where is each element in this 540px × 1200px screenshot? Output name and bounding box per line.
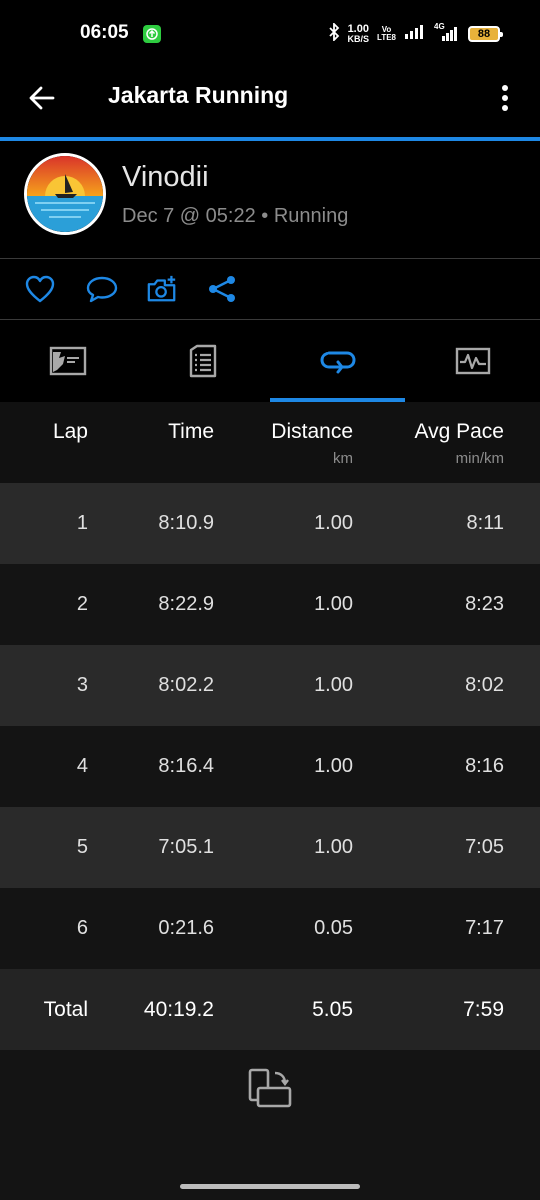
header-distance: Distance km bbox=[220, 420, 353, 467]
net-speed: 1.00 KB/S bbox=[348, 24, 370, 44]
more-options-button[interactable] bbox=[490, 78, 520, 118]
lap-distance: 1.00 bbox=[314, 593, 353, 615]
total-pace: 7:59 bbox=[463, 997, 504, 1021]
net-speed-unit: KB/S bbox=[347, 34, 370, 44]
lap-time: 8:22.9 bbox=[158, 593, 214, 615]
activity-meta: Dec 7 @ 05:22 • Running bbox=[122, 205, 349, 227]
header-time: Time bbox=[100, 420, 214, 444]
table-row[interactable]: 5 7:05.1 1.00 7:05 bbox=[0, 807, 540, 888]
lap-number: 6 bbox=[76, 917, 88, 939]
action-row bbox=[0, 259, 540, 320]
signal-4g-icon: 4G bbox=[434, 22, 460, 42]
table-row[interactable]: 2 8:22.9 1.00 8:23 bbox=[0, 564, 540, 645]
app-bar: Jakarta Running bbox=[0, 68, 540, 138]
total-distance: 5.05 bbox=[312, 997, 353, 1021]
bottom-area bbox=[0, 1050, 540, 1200]
header-lap-label: Lap bbox=[52, 420, 88, 443]
lap-number: 3 bbox=[76, 674, 88, 696]
lap-pace: 8:23 bbox=[465, 593, 504, 615]
lap-number: 1 bbox=[76, 512, 88, 534]
header-lap: Lap bbox=[0, 420, 88, 444]
volte-bottom: LTE8 bbox=[377, 33, 396, 42]
table-header: Lap Time Distance km Avg Pace min/km bbox=[0, 402, 540, 483]
status-bar: 06:05 1.00 KB/S Vo LTE8 4G 88 bbox=[0, 0, 540, 68]
lap-pace: 8:02 bbox=[465, 674, 504, 696]
lap-number: 4 bbox=[76, 755, 88, 777]
map-icon bbox=[49, 346, 86, 376]
lap-number: 5 bbox=[76, 836, 88, 858]
back-button[interactable] bbox=[22, 78, 62, 118]
lap-distance: 1.00 bbox=[314, 674, 353, 696]
lap-time: 7:05.1 bbox=[158, 836, 214, 858]
table-row[interactable]: 4 8:16.4 1.00 8:16 bbox=[0, 726, 540, 807]
page-title: Jakarta Running bbox=[108, 82, 289, 108]
home-indicator[interactable] bbox=[180, 1184, 360, 1189]
status-icons: 1.00 KB/S Vo LTE8 4G 88 bbox=[328, 21, 503, 46]
header-distance-unit: km bbox=[333, 450, 353, 467]
arrow-left-icon bbox=[29, 86, 55, 110]
lap-time: 8:10.9 bbox=[158, 512, 214, 534]
table-row[interactable]: 6 0:21.6 0.05 7:17 bbox=[0, 888, 540, 969]
lap-pace: 8:11 bbox=[466, 512, 504, 534]
total-time: 40:19.2 bbox=[143, 997, 214, 1021]
total-label: Total bbox=[43, 997, 88, 1021]
lap-time: 8:02.2 bbox=[158, 674, 214, 696]
lap-pace: 8:16 bbox=[465, 755, 504, 777]
laps-table: Lap Time Distance km Avg Pace min/km 1 8… bbox=[0, 402, 540, 1050]
avatar[interactable] bbox=[24, 153, 106, 235]
activity-header: Vinodii Dec 7 @ 05:22 • Running bbox=[0, 141, 540, 259]
user-name[interactable]: Vinodii bbox=[122, 161, 209, 194]
table-row[interactable]: 1 8:10.9 1.00 8:11 bbox=[0, 483, 540, 564]
volte-indicator: Vo LTE8 bbox=[377, 26, 396, 42]
tab-bar bbox=[0, 320, 540, 402]
header-pace: Avg Pace min/km bbox=[360, 420, 504, 467]
lap-pace: 7:05 bbox=[465, 836, 504, 858]
heart-icon bbox=[25, 275, 55, 303]
table-total-row: Total 40:19.2 5.05 7:59 bbox=[0, 969, 540, 1050]
document-list-icon bbox=[189, 344, 216, 378]
tab-stats[interactable] bbox=[135, 320, 270, 402]
lap-pace: 7:17 bbox=[465, 917, 504, 939]
comment-icon bbox=[86, 276, 118, 303]
signal-icon bbox=[404, 24, 426, 45]
tab-map[interactable] bbox=[0, 320, 135, 402]
lap-distance: 0.05 bbox=[314, 917, 353, 939]
camera-plus-icon bbox=[147, 275, 176, 302]
add-photo-button[interactable] bbox=[146, 273, 178, 305]
app-notification-icon bbox=[143, 25, 161, 43]
lap-distance: 1.00 bbox=[314, 512, 353, 534]
rotate-screen-button[interactable] bbox=[246, 1064, 294, 1112]
share-icon bbox=[209, 276, 235, 302]
share-button[interactable] bbox=[206, 273, 238, 305]
lap-time: 8:16.4 bbox=[158, 755, 214, 777]
rotate-screen-icon bbox=[248, 1068, 292, 1108]
header-pace-label: Avg Pace bbox=[414, 420, 504, 443]
header-pace-unit: min/km bbox=[455, 450, 504, 467]
bluetooth-icon bbox=[328, 21, 340, 46]
chart-icon bbox=[455, 347, 490, 375]
lap-time: 0:21.6 bbox=[158, 917, 214, 939]
table-row[interactable]: 3 8:02.2 1.00 8:02 bbox=[0, 645, 540, 726]
tab-laps[interactable] bbox=[270, 320, 405, 402]
lap-number: 2 bbox=[76, 593, 88, 615]
lap-distance: 1.00 bbox=[314, 755, 353, 777]
loop-icon bbox=[319, 351, 356, 374]
more-vert-icon bbox=[502, 85, 508, 111]
battery-icon: 88 bbox=[468, 26, 503, 42]
header-distance-label: Distance bbox=[271, 420, 353, 443]
header-time-label: Time bbox=[168, 420, 214, 443]
tab-charts[interactable] bbox=[405, 320, 540, 402]
comment-button[interactable] bbox=[86, 273, 118, 305]
lap-distance: 1.00 bbox=[314, 836, 353, 858]
network-type: 4G bbox=[434, 22, 445, 31]
status-time: 06:05 bbox=[80, 22, 129, 43]
like-button[interactable] bbox=[24, 273, 56, 305]
